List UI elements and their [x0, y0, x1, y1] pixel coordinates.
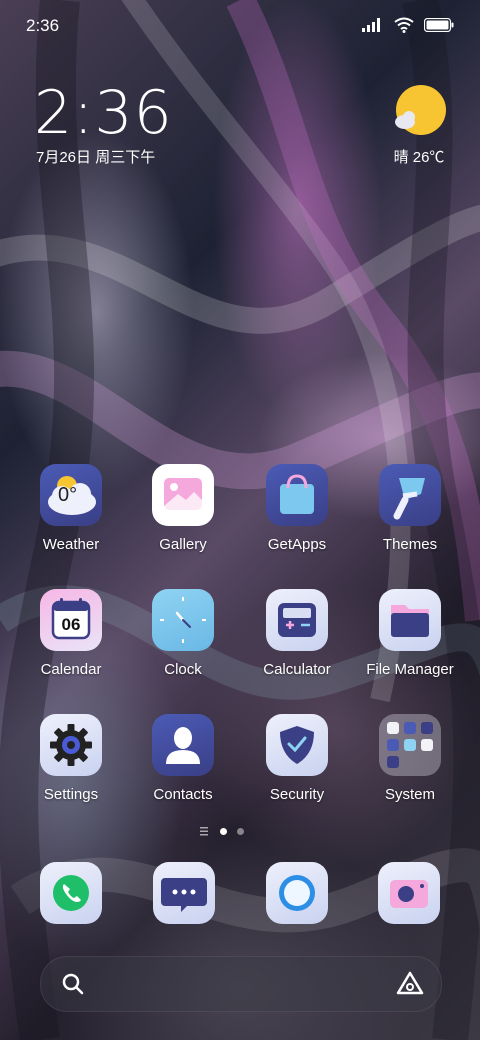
page-dot	[237, 827, 244, 835]
weather-app-temp: 0°	[58, 484, 78, 506]
app-label-file-manager: File Manager	[366, 661, 454, 678]
paint-brush-icon	[379, 464, 441, 526]
wifi-icon	[394, 17, 414, 33]
app-calendar[interactable]: 06 Calendar	[16, 589, 126, 678]
weather-widget[interactable]: 晴 26℃	[384, 84, 454, 167]
calendar-day: 06	[61, 615, 81, 634]
app-label-calculator: Calculator	[263, 661, 331, 678]
search-bar[interactable]	[40, 956, 442, 1012]
app-label-clock: Clock	[164, 661, 202, 678]
search-icon	[62, 973, 84, 995]
app-label-calendar: Calendar	[40, 661, 102, 678]
app-label-gallery: Gallery	[159, 536, 207, 553]
app-label-settings: Settings	[43, 786, 99, 803]
gallery-icon	[152, 464, 214, 526]
app-folder-system[interactable]: System	[355, 714, 465, 803]
status-bar: 2:36	[0, 0, 480, 50]
sun-cloud-icon	[395, 85, 446, 135]
messages-icon	[161, 878, 207, 912]
dock-browser[interactable]	[266, 862, 328, 924]
person-icon	[152, 714, 214, 776]
page-list-icon	[200, 827, 208, 836]
assistant-icon[interactable]	[395, 970, 425, 996]
app-contacts[interactable]: Contacts	[128, 714, 238, 803]
app-clock[interactable]: Clock	[128, 589, 238, 678]
shield-icon	[266, 714, 328, 776]
weather-app-icon: 0°	[40, 464, 102, 526]
shopping-bag-icon	[266, 464, 328, 526]
dock-camera[interactable]	[378, 862, 440, 924]
app-label-weather: Weather	[42, 536, 100, 553]
app-calculator[interactable]: Calculator	[242, 589, 352, 678]
app-label-contacts: Contacts	[153, 786, 213, 803]
folder-grid-icon	[379, 714, 441, 776]
clock-widget[interactable]: 2:36	[34, 78, 173, 148]
app-security[interactable]: Security	[242, 714, 352, 803]
dock-messages[interactable]	[153, 862, 215, 924]
clock-icon	[152, 589, 214, 651]
app-label-getapps: GetApps	[267, 536, 327, 553]
folder-icon	[379, 589, 441, 651]
page-indicator[interactable]	[200, 826, 244, 836]
app-themes[interactable]: Themes	[355, 464, 465, 553]
phone-icon	[53, 875, 89, 911]
app-label-themes: Themes	[382, 536, 438, 553]
browser-icon	[279, 875, 315, 911]
app-label-system: System	[384, 786, 435, 803]
signal-icon	[362, 18, 380, 32]
page-dot-active	[220, 827, 227, 835]
date-text: 7月26日 周三下午	[36, 149, 156, 166]
battery-icon	[424, 18, 454, 32]
app-settings[interactable]: Settings	[16, 714, 126, 803]
app-weather[interactable]: 0° Weather	[16, 464, 126, 553]
app-getapps[interactable]: GetApps	[242, 464, 352, 553]
app-label-security: Security	[269, 786, 325, 803]
weather-condition-temp: 晴 26℃	[393, 149, 445, 166]
gear-icon	[40, 714, 102, 776]
app-gallery[interactable]: Gallery	[128, 464, 238, 553]
status-time: 2:36	[26, 16, 60, 35]
status-icons	[362, 17, 454, 33]
dock-phone[interactable]	[40, 862, 102, 924]
camera-icon	[390, 880, 428, 908]
calendar-icon: 06	[40, 589, 102, 651]
calculator-icon	[266, 589, 328, 651]
app-file-manager[interactable]: File Manager	[355, 589, 465, 678]
